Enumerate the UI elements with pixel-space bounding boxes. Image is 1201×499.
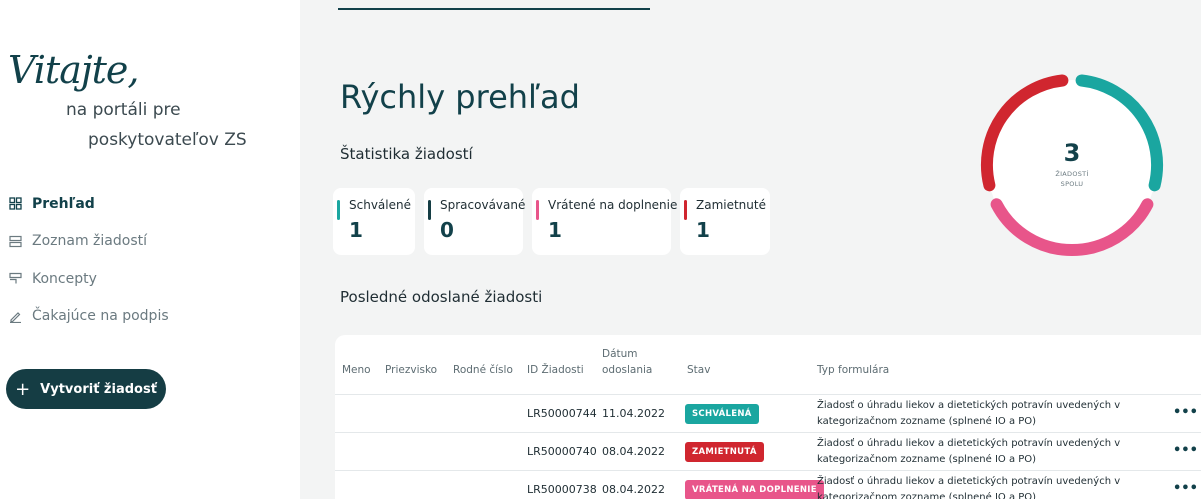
form-type-line1: Žiadosť o úhradu liekov a dietetických p… [817,438,1121,449]
cell-form-type: Žiadosť o úhradu liekov a dietetických p… [817,436,1147,467]
create-request-button[interactable]: + Vytvoriť žiadosť [6,369,166,409]
form-type-line2: kategorizačnom zozname (splnené IO a PO) [817,453,1037,465]
donut-label: ŽIADOSTÍ SPOLU [972,170,1172,190]
status-badge: VRÁTENÁ NA DOPLNENIE [685,480,824,499]
stats-cards: Schválené 1 Spracovávané 0 Vrátené na do… [333,188,770,255]
stat-card-schvalene: Schválené 1 [333,188,415,255]
donut-label-line1: ŽIADOSTÍ [1055,170,1089,178]
form-type-line2: kategorizačnom zozname (splnené IO a PO) [817,415,1037,427]
more-icon[interactable]: ••• [1173,443,1198,458]
sidebar-item-cakajuce-na-podpis[interactable]: Čakajúce na podpis [6,298,169,336]
table-row[interactable]: LR50000738 08.04.2022 VRÁTENÁ NA DOPLNEN… [335,470,1201,499]
stats-heading: Štatistika žiadostí [340,145,473,163]
stat-card-vratene-na-doplnenie: Vrátené na doplnenie 1 [532,188,678,255]
cell-date: 08.04.2022 [602,483,665,496]
plus-icon: + [15,378,31,400]
col-header-priezvisko: Priezvisko [385,364,438,376]
stat-card-spracovavane: Spracovávané 0 [424,188,526,255]
donut-label-line2: SPOLU [1060,179,1084,188]
stat-label: Zamietnuté [696,198,766,212]
cell-form-type: Žiadosť o úhradu liekov a dietetických p… [817,474,1147,499]
status-color-bar [428,200,431,220]
active-tab-indicator [338,8,650,10]
col-header-typ: Typ formulára [817,364,890,376]
stat-label: Schválené [349,198,411,212]
sidebar-nav: Prehľad Zoznam žiadostí Koncepty Čakajúc… [6,185,169,335]
sidebar-item-prehlad[interactable]: Prehľad [6,185,169,223]
col-header-meno: Meno [342,364,371,376]
sidebar-item-label: Koncepty [32,270,97,287]
form-type-line2: kategorizačnom zozname (splnené IO a PO) [817,491,1037,499]
stat-card-zamietnute: Zamietnuté 1 [680,188,770,255]
welcome-subtitle-line1: na portáli pre [66,100,181,120]
sidebar-item-label: Čakajúce na podpis [32,308,169,325]
list-icon [6,235,24,248]
cell-date: 08.04.2022 [602,445,665,458]
create-request-label: Vytvoriť žiadosť [40,381,157,397]
cell-id: LR50000744 [527,407,597,420]
welcome-heading: Vitajte, [8,48,139,92]
sidebar-item-label: Prehľad [32,195,95,212]
stat-value: 1 [349,218,363,242]
page-title: Rýchly prehľad [340,78,580,116]
grid-icon [6,197,24,210]
table-row[interactable]: LR50000744 11.04.2022 SCHVÁLENÁ Žiadosť … [335,394,1201,432]
welcome-subtitle-line2: poskytovateľov ZS [88,130,247,150]
col-header-stav: Stav [687,364,711,376]
sidebar-item-koncepty[interactable]: Koncepty [6,260,169,298]
col-header-rodne-cislo: Rodné číslo [453,364,513,376]
sidebar-item-zoznam-ziadosti[interactable]: Zoznam žiadostí [6,223,169,261]
col-header-id: ID Žiadosti [527,364,584,376]
stat-value: 1 [696,218,710,242]
col-header-datum-line2: odoslania [602,363,653,376]
more-icon[interactable]: ••• [1173,405,1198,420]
status-color-bar [684,200,687,220]
pen-icon [6,310,24,323]
cell-id: LR50000740 [527,445,597,458]
table-row[interactable]: LR50000740 08.04.2022 ZAMIETNUTÁ Žiadosť… [335,432,1201,470]
stat-value: 0 [440,218,454,242]
sidebar: Vitajte, na portáli pre poskytovateľov Z… [0,0,300,499]
cell-form-type: Žiadosť o úhradu liekov a dietetických p… [817,398,1147,429]
status-color-bar [337,200,340,220]
form-type-line1: Žiadosť o úhradu liekov a dietetických p… [817,400,1121,411]
stat-value: 1 [548,218,562,242]
sidebar-item-label: Zoznam žiadostí [32,233,147,250]
main-content: Rýchly prehľad Štatistika žiadostí Schvá… [300,0,1201,499]
recent-requests-heading: Posledné odoslané žiadosti [340,288,543,306]
stat-label: Spracovávané [440,198,526,212]
cell-id: LR50000738 [527,483,597,496]
col-header-datum: Dátum odoslania [602,347,652,379]
drafts-icon [6,272,24,285]
requests-donut-chart: 3 ŽIADOSTÍ SPOLU [972,65,1172,265]
col-header-datum-line1: Dátum [602,348,638,360]
status-color-bar [536,200,539,220]
more-icon[interactable]: ••• [1173,481,1198,496]
status-badge: SCHVÁLENÁ [685,404,759,424]
status-badge: ZAMIETNUTÁ [685,442,764,462]
recent-requests-table: Meno Priezvisko Rodné číslo ID Žiadosti … [335,335,1201,499]
donut-total: 3 [1063,139,1081,167]
cell-date: 11.04.2022 [602,407,665,420]
form-type-line1: Žiadosť o úhradu liekov a dietetických p… [817,476,1121,487]
stat-label: Vrátené na doplnenie [548,198,678,212]
